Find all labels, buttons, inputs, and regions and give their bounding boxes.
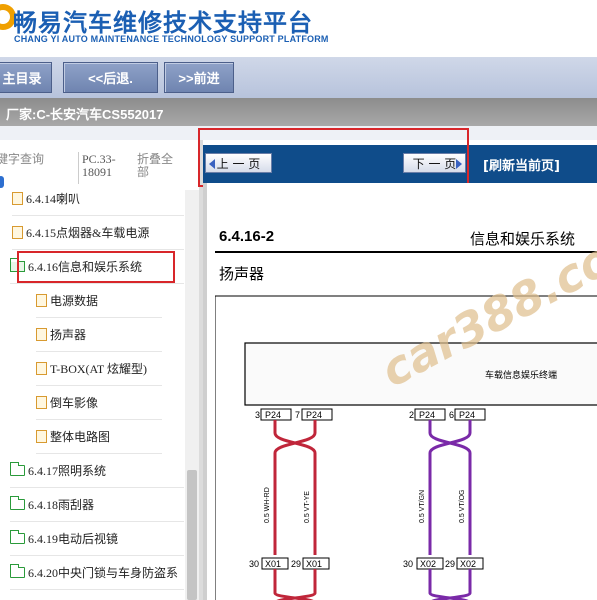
tree-item-label: 6.4.20中央门锁与车身防盗系 <box>28 566 179 580</box>
tree-item-label: T-BOX(AT 炫耀型) <box>50 362 148 376</box>
tree-item-6-4-18[interactable]: 6.4.18雨刮器 <box>10 488 184 522</box>
tree-item-6-4-14[interactable]: 6.4.14喇叭 <box>12 182 184 216</box>
tree-item-6-4-17[interactable]: 6.4.17照明系统 <box>10 454 184 488</box>
pin-bot-2-code: X01 <box>306 559 322 569</box>
file-icon <box>36 294 47 307</box>
tab-keyword-search[interactable]: 键字查询 <box>0 153 44 166</box>
forward-button[interactable]: >>前进 <box>164 62 234 93</box>
tab-indicator <box>0 176 4 188</box>
file-icon <box>36 362 47 375</box>
pin-top-2-code: P24 <box>306 410 322 420</box>
tree-item-6-4-19[interactable]: 6.4.19电动后视镜 <box>10 522 184 556</box>
tree-item-label: 6.4.19电动后视镜 <box>28 532 119 546</box>
pin-top-4-num: 6 <box>449 410 454 420</box>
wire-2-label: 0.5 VT-YE <box>304 491 311 523</box>
file-icon <box>36 396 47 409</box>
tab-collapse-all[interactable]: 折叠全部 <box>137 153 183 179</box>
tree-panel: 键字查询 PC.33-18091 折叠全部 6.4.14喇叭 6.4.15点烟器… <box>0 140 199 600</box>
app-header: 畅易汽车维修技术支持平台 CHANG YI AUTO MAINTENANCE T… <box>0 0 597 58</box>
tree-item-label: 6.4.18雨刮器 <box>28 498 95 512</box>
toolbar-highlight <box>198 128 469 187</box>
tree-item-tbox[interactable]: T-BOX(AT 炫耀型) <box>36 352 162 386</box>
diagram-frame <box>215 295 597 600</box>
file-icon <box>36 430 47 443</box>
tree-item-power-data[interactable]: 电源数据 <box>36 284 162 318</box>
tree-item-label: 倒车影像 <box>50 396 99 410</box>
nav-bar: 主目录 <<后退. >>前进 <box>0 58 597 98</box>
wire-3-label: 0.5 VT/GN <box>419 490 426 523</box>
tree-item-speaker[interactable]: 扬声器 <box>36 318 162 352</box>
tree-item-label: 整体电路图 <box>50 430 111 444</box>
pin-top-1-num: 3 <box>255 410 260 420</box>
tree-scrollbar-thumb[interactable] <box>187 470 197 600</box>
pin-top-3-code: P24 <box>419 410 435 420</box>
wire-4-label: 0.5 VT/OG <box>459 490 466 523</box>
file-icon <box>12 192 23 205</box>
tab-code[interactable]: PC.33-18091 <box>82 153 128 179</box>
wiring-diagram: 车载信息娱乐终端 3 P24 7 P24 2 P24 6 P24 0.5 WH-… <box>215 295 597 600</box>
refresh-page-link[interactable]: [刷新当前页] <box>483 155 560 174</box>
section-number: 6.4.16-2 <box>219 228 275 245</box>
manufacturer-bar: 厂家:C-长安汽车CS552017 <box>0 98 597 126</box>
header-rule <box>215 251 597 253</box>
file-icon <box>36 328 47 341</box>
tree-item-6-4-15[interactable]: 6.4.15点烟器&车载电源 <box>12 216 184 250</box>
pin-top-3-num: 2 <box>409 410 414 420</box>
pin-bot-3-num: 30 <box>403 559 413 569</box>
diagram-subtitle: 扬声器 <box>219 265 265 283</box>
pin-bot-4-code: X02 <box>460 559 476 569</box>
pin-bot-1-code: X01 <box>265 559 281 569</box>
tree-item-label: 6.4.14喇叭 <box>26 192 81 206</box>
pin-top-1-code: P24 <box>265 410 281 420</box>
folder-icon <box>10 530 25 544</box>
tree-item-label: 6.4.17照明系统 <box>28 464 107 478</box>
module-label: 车载信息娱乐终端 <box>485 369 557 381</box>
pin-top-4-code: P24 <box>459 410 475 420</box>
tree-item-label: 扬声器 <box>50 328 87 342</box>
tree-item-reverse-camera[interactable]: 倒车影像 <box>36 386 162 420</box>
pin-bot-3-code: X02 <box>420 559 436 569</box>
folder-icon <box>10 564 25 578</box>
pin-bot-1-num: 30 <box>249 559 259 569</box>
pin-bot-2-num: 29 <box>291 559 301 569</box>
app-title: 畅易汽车维修技术支持平台 <box>13 9 313 37</box>
section-title: 信息和娱乐系统 <box>470 230 576 248</box>
selection-highlight <box>17 251 175 283</box>
document-view: 6.4.16-2 信息和娱乐系统 扬声器 车载信息娱乐终端 3 P24 7 P2… <box>203 183 597 600</box>
tree-item-label: 6.4.15点烟器&车载电源 <box>26 226 150 240</box>
folder-icon <box>10 462 25 476</box>
tree-item-label: 电源数据 <box>50 294 99 308</box>
back-button[interactable]: <<后退. <box>63 62 158 93</box>
main-menu-button[interactable]: 主目录 <box>0 62 52 93</box>
pin-top-2-num: 7 <box>295 410 300 420</box>
folder-icon <box>10 496 25 510</box>
tab-separator <box>78 152 79 184</box>
tree-item-6-4-20[interactable]: 6.4.20中央门锁与车身防盗系 <box>10 556 184 590</box>
wire-1-label: 0.5 WH-RD <box>264 487 271 523</box>
tree-item-full-circuit[interactable]: 整体电路图 <box>36 420 162 454</box>
app-subtitle: CHANG YI AUTO MAINTENANCE TECHNOLOGY SUP… <box>14 34 329 44</box>
file-icon <box>12 226 23 239</box>
pin-bot-4-num: 29 <box>445 559 455 569</box>
